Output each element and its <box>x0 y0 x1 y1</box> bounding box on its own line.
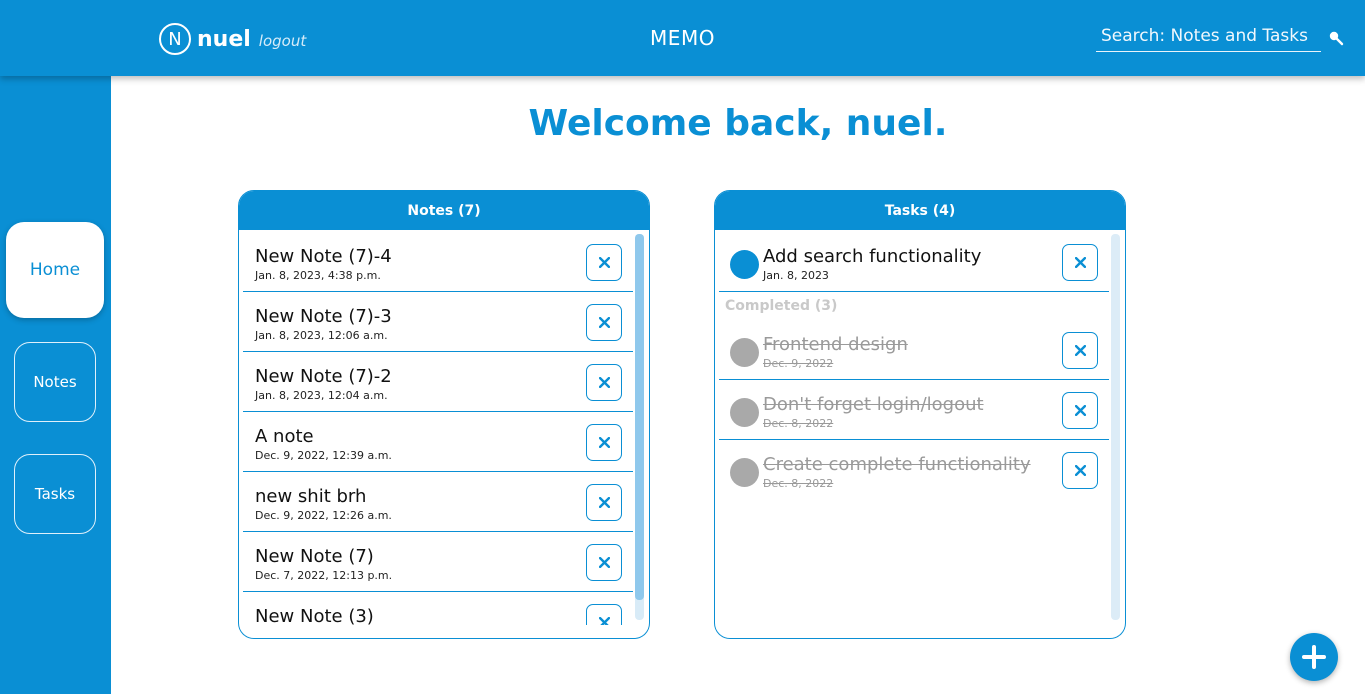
close-icon <box>598 377 610 388</box>
tasks-list[interactable]: Add search functionality Jan. 8, 2023 Co… <box>715 230 1125 625</box>
delete-note-button[interactable] <box>586 244 622 281</box>
delete-note-button[interactable] <box>586 484 622 521</box>
top-bar: N nuel logout MEMO <box>0 0 1365 76</box>
delete-task-button[interactable] <box>1062 332 1098 369</box>
note-item[interactable]: new shit brh Dec. 9, 2022, 12:26 a.m. <box>243 472 633 532</box>
tasks-panel: Tasks (4) Add search functionality Jan. … <box>714 190 1126 639</box>
notes-scrollbar-thumb[interactable] <box>635 234 644 600</box>
close-icon <box>598 437 610 448</box>
task-title: Add search functionality <box>763 246 982 267</box>
task-title: Create complete functionality <box>763 454 1031 475</box>
task-complete-toggle[interactable] <box>730 250 759 279</box>
task-item-completed[interactable]: Don't forget login/logout Dec. 8, 2022 <box>719 380 1109 440</box>
welcome-heading: Welcome back, nuel. <box>528 103 948 144</box>
nav-notes[interactable]: Notes <box>14 342 96 422</box>
nav-notes-label: Notes <box>33 373 77 391</box>
note-date: Jan. 8, 2023, 12:04 a.m. <box>255 389 388 402</box>
close-icon <box>598 317 610 328</box>
delete-task-button[interactable] <box>1062 452 1098 489</box>
nav-tasks-label: Tasks <box>34 485 76 503</box>
task-complete-toggle[interactable] <box>730 398 759 427</box>
tasks-panel-header: Tasks (4) <box>715 191 1125 230</box>
task-date: Dec. 8, 2022 <box>763 417 834 430</box>
delete-note-button[interactable] <box>586 424 622 461</box>
note-date: Jan. 8, 2023, 12:06 a.m. <box>255 329 388 342</box>
nav-tasks[interactable]: Tasks <box>14 454 96 534</box>
task-item[interactable]: Add search functionality Jan. 8, 2023 <box>719 232 1109 292</box>
note-item[interactable]: New Note (7) Dec. 7, 2022, 12:13 p.m. <box>243 532 633 592</box>
search-input[interactable] <box>1096 26 1321 51</box>
task-title: Don't forget login/logout <box>763 394 984 415</box>
search-icon[interactable] <box>1328 30 1344 46</box>
task-complete-toggle[interactable] <box>730 338 759 367</box>
notes-list[interactable]: New Note (7)-4 Jan. 8, 2023, 4:38 p.m. N… <box>239 230 649 625</box>
delete-task-button[interactable] <box>1062 244 1098 281</box>
plus-icon <box>1302 645 1326 669</box>
delete-task-button[interactable] <box>1062 392 1098 429</box>
note-title: New Note (3) <box>255 606 374 625</box>
task-date: Dec. 9, 2022 <box>763 357 834 370</box>
notes-panel-header: Notes (7) <box>239 191 649 230</box>
close-icon <box>598 617 610 625</box>
note-item[interactable]: A note Dec. 9, 2022, 12:39 a.m. <box>243 412 633 472</box>
delete-note-button[interactable] <box>586 544 622 581</box>
note-title: new shit brh <box>255 486 367 507</box>
close-icon <box>598 497 610 508</box>
note-date: Dec. 7, 2022, 12:13 p.m. <box>255 569 393 582</box>
note-date: Jan. 8, 2023, 4:38 p.m. <box>255 269 381 282</box>
note-title: A note <box>255 426 314 447</box>
note-title: New Note (7)-2 <box>255 366 392 387</box>
note-item[interactable]: New Note (3) <box>243 592 633 625</box>
note-item[interactable]: New Note (7)-3 Jan. 8, 2023, 12:06 a.m. <box>243 292 633 352</box>
task-item-completed[interactable]: Create complete functionality Dec. 8, 20… <box>719 440 1109 500</box>
nav-home-label: Home <box>29 260 81 280</box>
notes-panel: Notes (7) New Note (7)-4 Jan. 8, 2023, 4… <box>238 190 650 639</box>
close-icon <box>1074 465 1086 476</box>
note-item[interactable]: New Note (7)-4 Jan. 8, 2023, 4:38 p.m. <box>243 232 633 292</box>
task-item-completed[interactable]: Frontend design Dec. 9, 2022 <box>719 320 1109 380</box>
search-field <box>1096 26 1321 52</box>
completed-section-label: Completed (3) <box>725 298 838 314</box>
nav-home[interactable]: Home <box>6 222 104 318</box>
sidebar: Home Notes Tasks <box>0 0 111 694</box>
close-icon <box>1074 257 1086 268</box>
note-title: New Note (7)-3 <box>255 306 392 327</box>
close-icon <box>1074 345 1086 356</box>
notes-scrollbar[interactable] <box>635 234 644 620</box>
task-date: Dec. 8, 2022 <box>763 477 834 490</box>
note-item[interactable]: New Note (7)-2 Jan. 8, 2023, 12:04 a.m. <box>243 352 633 412</box>
note-date: Dec. 9, 2022, 12:39 a.m. <box>255 449 392 462</box>
task-title: Frontend design <box>763 334 908 355</box>
close-icon <box>598 257 610 268</box>
delete-note-button[interactable] <box>586 304 622 341</box>
note-title: New Note (7)-4 <box>255 246 392 267</box>
tasks-scrollbar[interactable] <box>1111 234 1120 620</box>
task-date: Jan. 8, 2023 <box>763 269 829 282</box>
note-date: Dec. 9, 2022, 12:26 a.m. <box>255 509 392 522</box>
add-button[interactable] <box>1290 633 1338 681</box>
delete-note-button[interactable] <box>586 604 622 625</box>
close-icon <box>1074 405 1086 416</box>
note-title: New Note (7) <box>255 546 374 567</box>
task-complete-toggle[interactable] <box>730 458 759 487</box>
delete-note-button[interactable] <box>586 364 622 401</box>
close-icon <box>598 557 610 568</box>
